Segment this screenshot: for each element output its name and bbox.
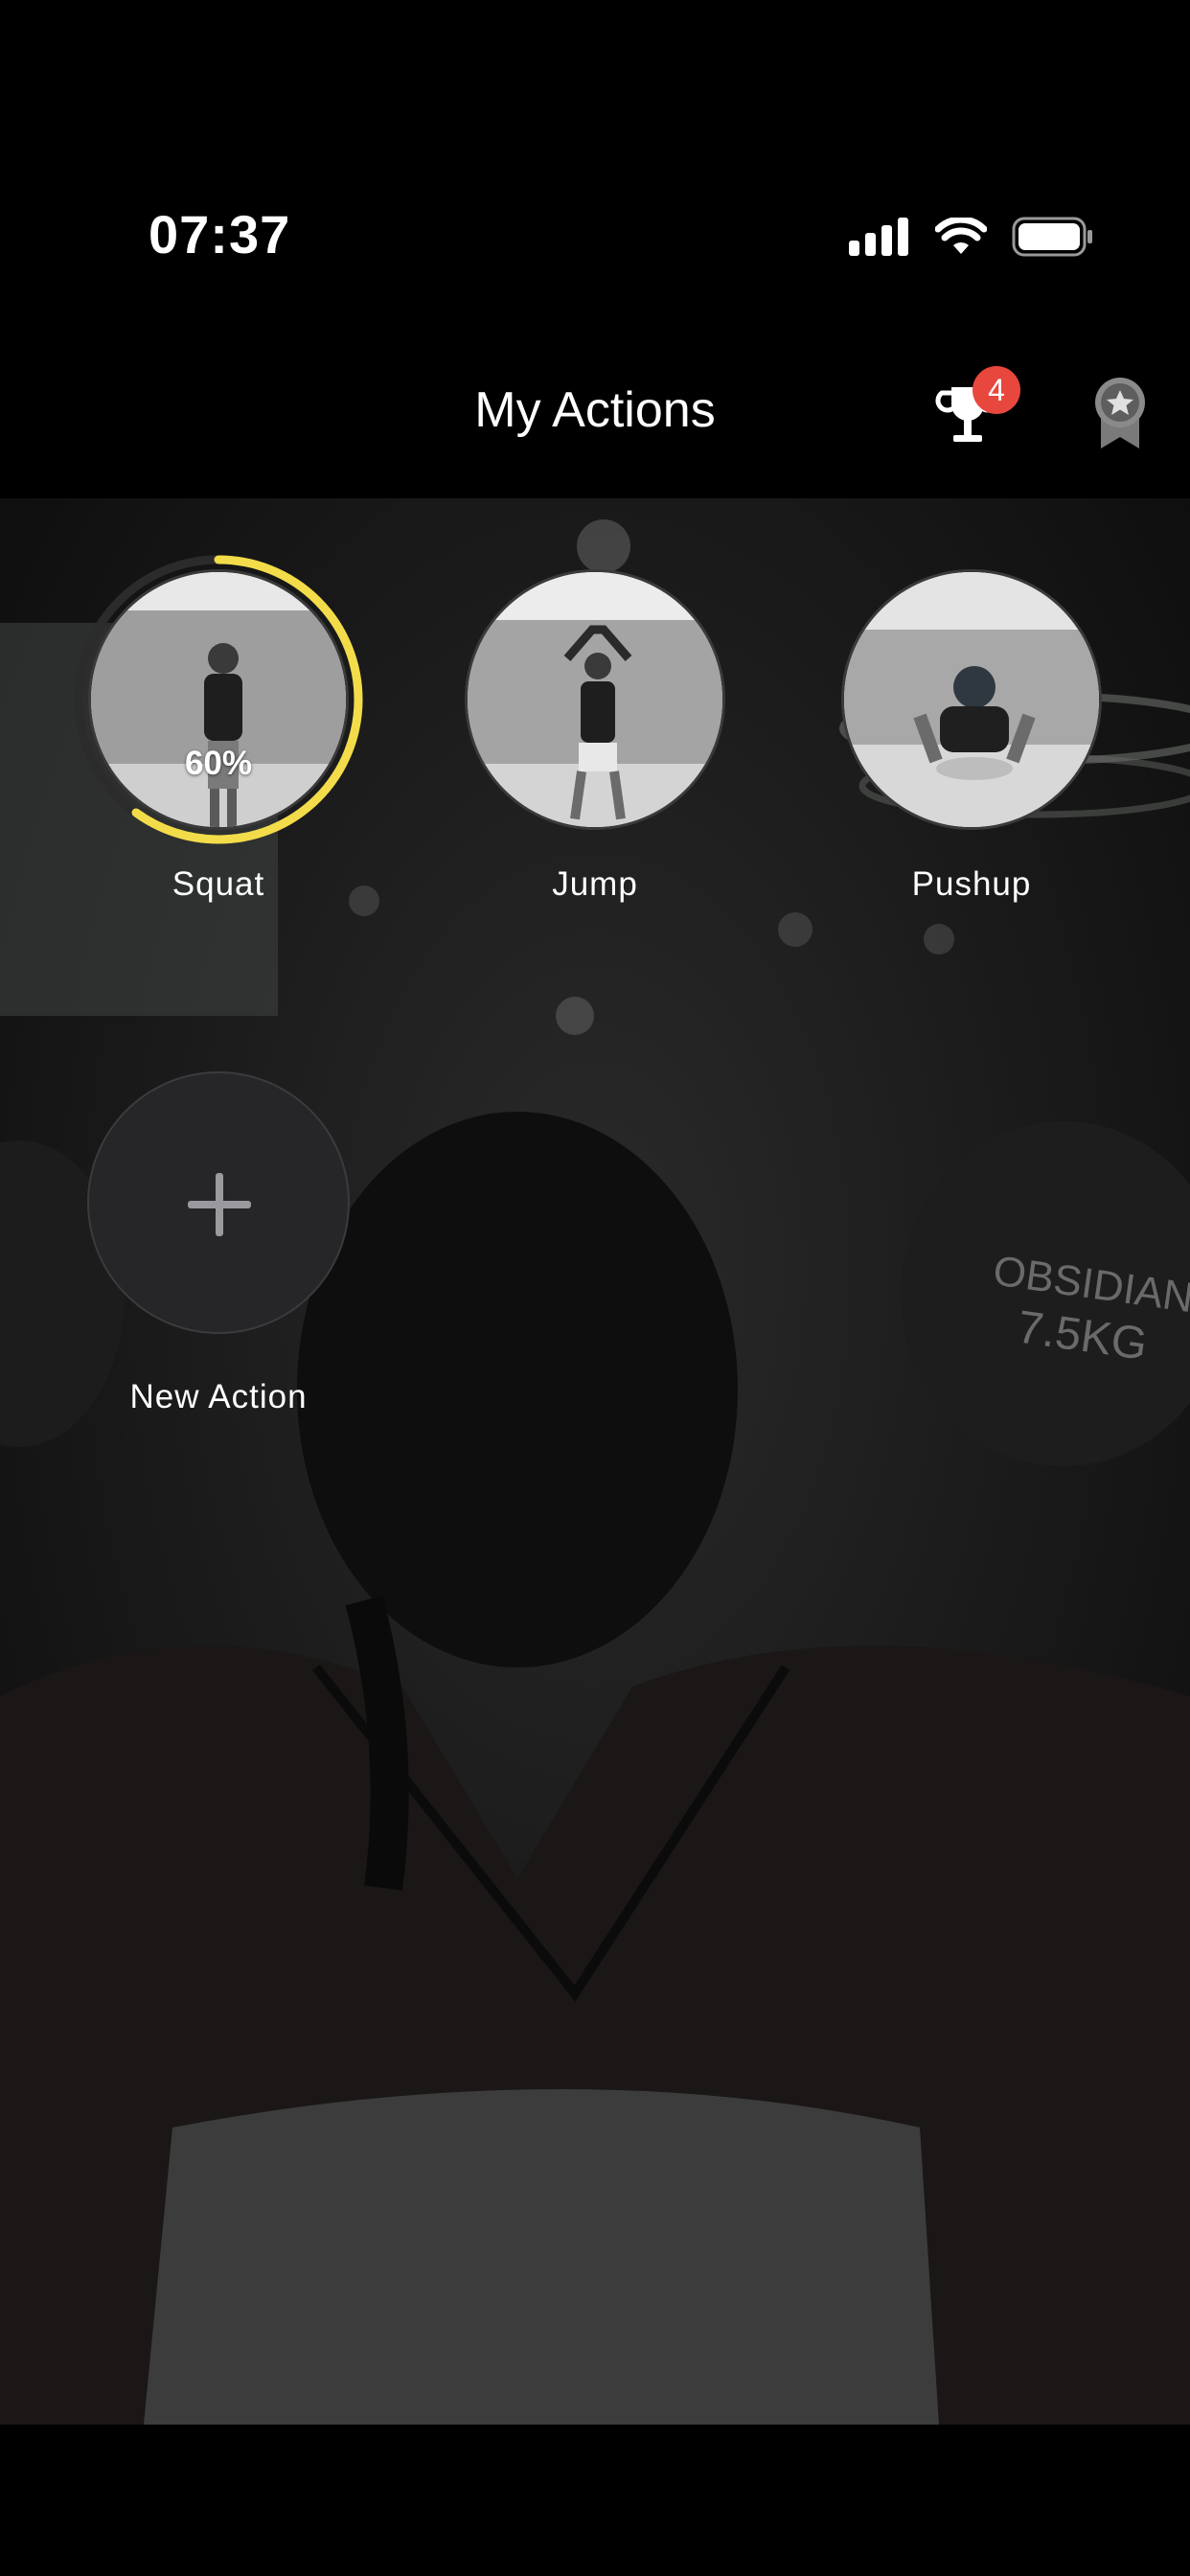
squat-thumbnail: 60% xyxy=(88,569,349,830)
status-bar: 07:37 xyxy=(0,0,1190,316)
wifi-icon xyxy=(935,218,987,254)
squat-person-image xyxy=(91,572,346,827)
squat-progress-text: 60% xyxy=(184,745,253,782)
header: My Actions 4 xyxy=(0,345,1190,479)
battery-icon xyxy=(1012,217,1092,257)
action-label: Squat xyxy=(172,865,265,903)
new-action-circle xyxy=(87,1071,350,1334)
status-time: 07:37 xyxy=(149,204,291,264)
medal-icon xyxy=(1095,378,1145,448)
pushup-thumbnail xyxy=(841,569,1102,830)
new-action-label: New Action xyxy=(129,1378,308,1415)
jump-thumbnail xyxy=(465,569,725,830)
action-label: Pushup xyxy=(911,865,1032,903)
action-pushup[interactable]: Pushup xyxy=(818,551,1125,915)
bottom-area xyxy=(0,2425,1190,2576)
status-icons xyxy=(849,213,1094,261)
jump-person-image xyxy=(468,572,722,827)
action-label: Jump xyxy=(552,865,638,903)
plus-icon xyxy=(188,1173,251,1236)
pushup-person-image xyxy=(844,572,1099,827)
medal-button[interactable] xyxy=(1087,374,1153,450)
trophy-count-badge: 4 xyxy=(973,366,1020,414)
signal-icon xyxy=(849,218,908,256)
new-action-button[interactable]: New Action xyxy=(65,1071,372,1426)
action-squat[interactable]: 60% Squat xyxy=(65,551,372,915)
action-jump[interactable]: Jump xyxy=(442,551,748,915)
